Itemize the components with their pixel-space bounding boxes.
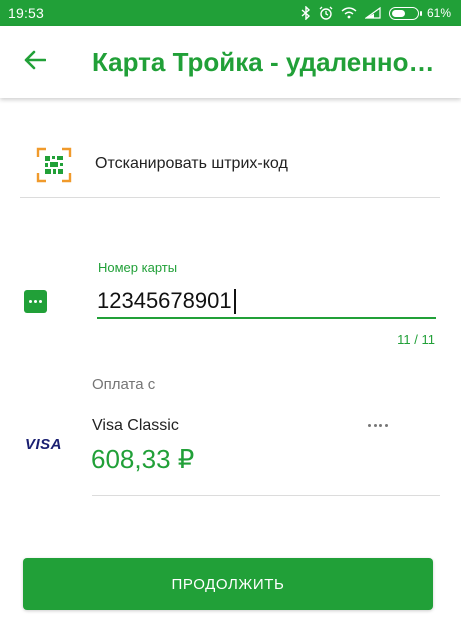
battery-fill <box>391 9 405 17</box>
text-cursor <box>234 289 236 314</box>
more-dots-icon[interactable] <box>368 418 388 432</box>
scan-barcode-row[interactable]: Отсканировать штрих-код <box>0 138 461 198</box>
payment-card-name[interactable]: Visa Classic <box>92 417 179 435</box>
status-icons: 61% <box>301 6 451 20</box>
signal-icon <box>364 7 381 19</box>
scan-barcode-label: Отсканировать штрих-код <box>95 155 288 172</box>
barcode-scan-icon <box>36 147 72 183</box>
battery-icon <box>388 6 422 20</box>
page-title: Карта Тройка - удаленное п... <box>92 46 442 77</box>
card-number-label: Номер карты <box>98 260 178 275</box>
visa-logo: VISA <box>25 436 63 453</box>
card-number-input[interactable] <box>97 285 436 319</box>
continue-button[interactable]: ПРОДОЛЖИТЬ <box>23 558 433 610</box>
bluetooth-icon <box>301 6 311 20</box>
status-bar: 19:53 61% <box>0 0 461 26</box>
payment-from-label: Оплата с <box>92 376 156 393</box>
arrow-left-icon <box>24 50 47 75</box>
card-dots-icon <box>24 290 47 313</box>
divider <box>20 197 440 198</box>
payment-card-balance: 608,33 ₽ <box>91 444 195 474</box>
back-button[interactable] <box>0 26 70 98</box>
divider <box>92 495 440 496</box>
card-number-counter: 11 / 11 <box>397 332 435 347</box>
battery-percent: 61% <box>426 6 451 20</box>
alarm-icon <box>319 6 333 20</box>
status-time: 19:53 <box>8 5 45 21</box>
wifi-icon <box>341 7 357 19</box>
app-bar: Карта Тройка - удаленное п... <box>0 26 461 98</box>
